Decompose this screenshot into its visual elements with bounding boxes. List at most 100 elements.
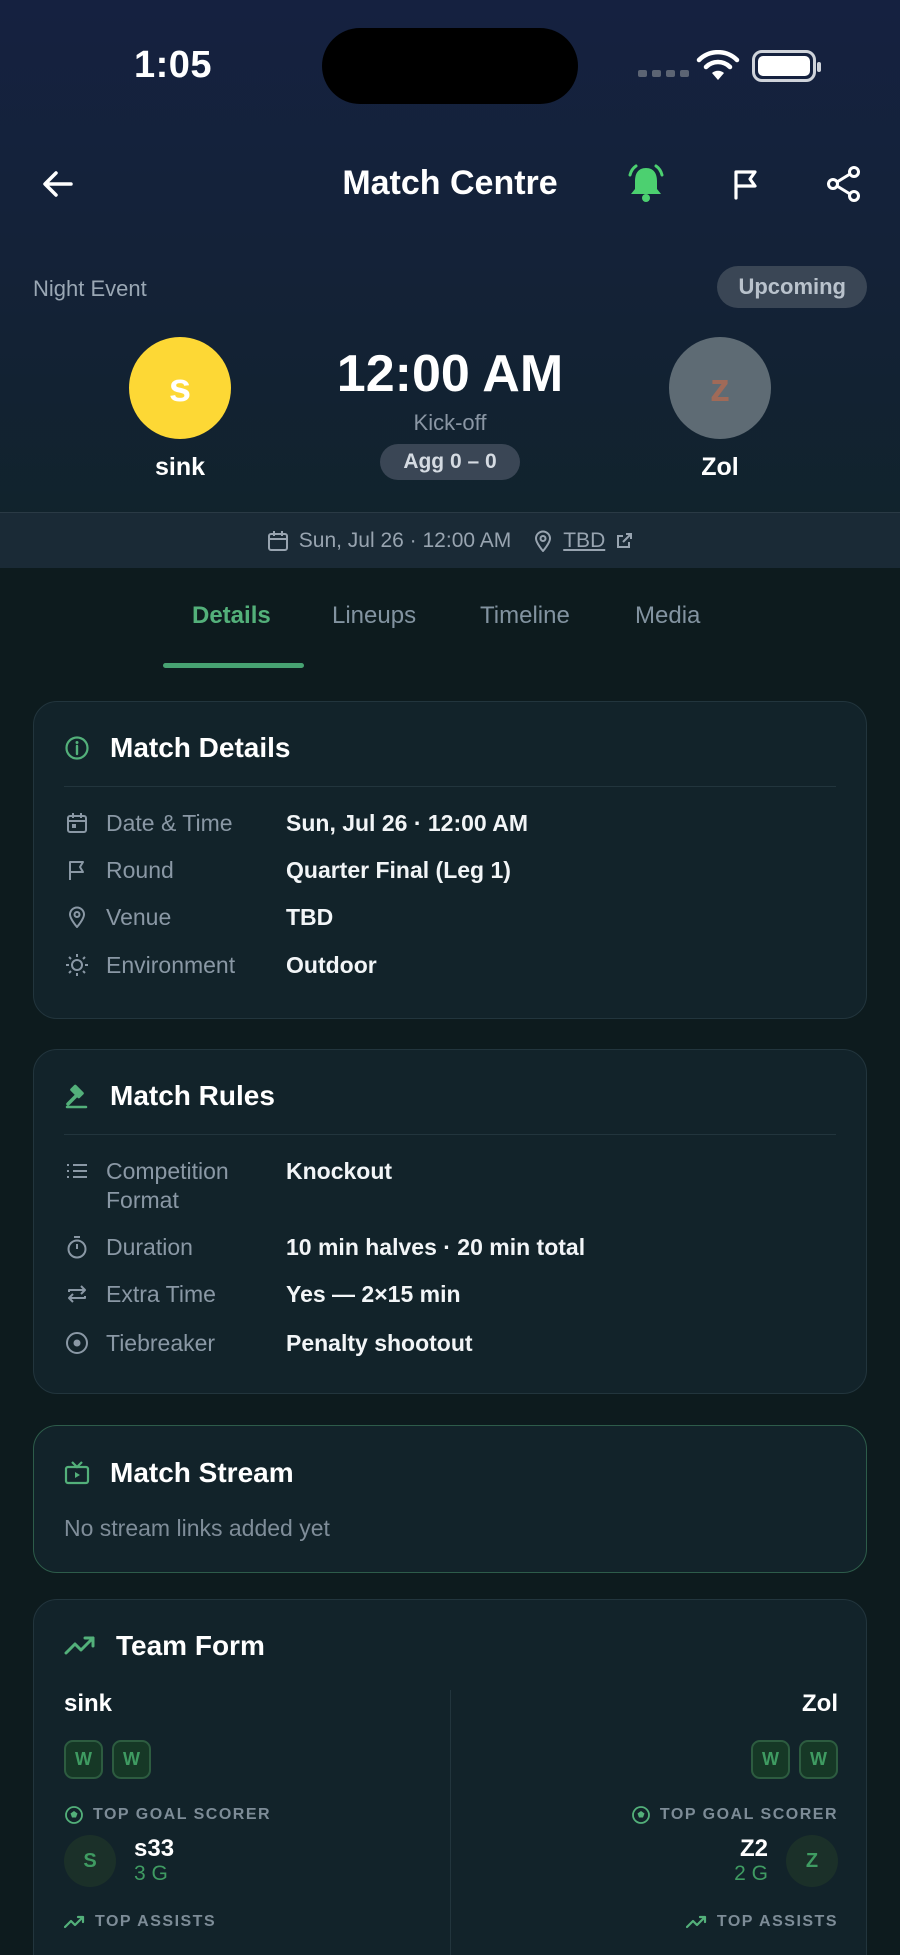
location-pin-icon [535, 530, 552, 552]
rule-value: Knockout [286, 1158, 393, 1184]
player-goals: 3 G [134, 1862, 168, 1885]
form-result-badge: W [751, 1740, 790, 1779]
scoreboard: Night Event Upcoming s sink 12:00 AM Kic… [0, 240, 900, 510]
avatar: Z [786, 1835, 838, 1887]
cellular-signal-icon [638, 70, 689, 77]
meta-datetime: Sun, Jul 26 · 12:00 AM [298, 528, 512, 552]
top-assists-section: TOP ASSISTS [64, 1913, 442, 1931]
rule-label: Extra Time [106, 1281, 216, 1307]
rule-row-format: Competition Format Knockout [64, 1157, 392, 1215]
status-badge: Upcoming [717, 266, 867, 308]
bell-ringing-icon [628, 164, 664, 202]
rule-row-duration: Duration 10 min halves · 20 min total [64, 1233, 585, 1262]
rule-value: Penalty shootout [286, 1330, 473, 1356]
match-rules-card: Match Rules Competition Format Knockout … [33, 1049, 867, 1394]
notifications-button[interactable] [620, 158, 672, 210]
away-team[interactable]: z Zol [669, 337, 771, 482]
location-pin-icon [68, 906, 86, 928]
trend-up-icon [64, 1636, 95, 1655]
tab-lineups[interactable]: Lineups [332, 602, 416, 630]
top-scorer-label: TOP GOAL SCORER [93, 1806, 272, 1823]
home-form-team-name: sink [64, 1690, 113, 1717]
away-form-badges: W W [460, 1740, 838, 1779]
top-scorer-section: TOP GOAL SCORER [460, 1805, 838, 1825]
home-form-column: sink W W TOP GOAL SCORER S s33 3 G TOP A… [64, 1690, 442, 1931]
rule-label: Competition Format [106, 1158, 229, 1213]
detail-value: Sun, Jul 26 · 12:00 AM [286, 810, 528, 836]
calendar-icon [67, 813, 87, 833]
tab-timeline[interactable]: Timeline [480, 602, 570, 630]
match-details-card: Match Details Date & Time Sun, Jul 26 · … [33, 701, 867, 1019]
dynamic-island [322, 28, 578, 104]
detail-value: TBD [286, 904, 334, 930]
repeat-icon [68, 1285, 86, 1303]
info-icon [65, 736, 89, 760]
top-assists-label: TOP ASSISTS [95, 1913, 217, 1930]
column-divider [450, 1690, 451, 1955]
match-stream-card: Match Stream No stream links added yet [33, 1425, 867, 1573]
match-meta-strip: Sun, Jul 26 · 12:00 AM TBD [0, 512, 900, 568]
rule-row-tiebreaker: Tiebreaker Penalty shootout [64, 1329, 473, 1358]
away-team-crest: z [669, 337, 771, 439]
external-link-icon[interactable] [615, 532, 633, 550]
trend-up-icon [685, 1915, 706, 1929]
nav-bar: Match Centre [0, 140, 900, 230]
top-scorer-label: TOP GOAL SCORER [659, 1806, 838, 1823]
tab-details[interactable]: Details [192, 602, 271, 630]
avatar: S [64, 1835, 116, 1887]
top-assists-label: TOP ASSISTS [716, 1913, 838, 1930]
detail-row-datetime: Date & Time Sun, Jul 26 · 12:00 AM [64, 809, 528, 838]
target-icon [66, 1332, 88, 1354]
detail-label: Date & Time [106, 810, 233, 836]
form-result-badge: W [112, 1740, 151, 1779]
match-header-area: 1:05 Match Centre Night Event Upcoming s… [0, 0, 900, 568]
list-icon [67, 1164, 87, 1178]
away-top-scorer[interactable]: Z2 2 G Z [460, 1835, 838, 1887]
detail-row-round: Round Quarter Final (Leg 1) [64, 856, 511, 885]
report-button[interactable] [720, 158, 772, 210]
sun-icon [66, 954, 88, 976]
active-tab-indicator [163, 663, 304, 668]
detail-label: Venue [106, 904, 172, 930]
rule-row-extra-time: Extra Time Yes — 2×15 min [64, 1280, 461, 1309]
player-goals: 2 G [734, 1862, 768, 1885]
detail-value: Outdoor [286, 952, 377, 978]
stream-empty-message: No stream links added yet [64, 1515, 330, 1541]
tv-icon [64, 1461, 90, 1485]
team-form-card: Team Form sink W W TOP GOAL SCORER S s33… [33, 1599, 867, 1955]
tab-media[interactable]: Media [635, 602, 700, 630]
rule-value: Yes — 2×15 min [286, 1281, 461, 1307]
top-assists-section: TOP ASSISTS [460, 1913, 838, 1931]
form-result-badge: W [64, 1740, 103, 1779]
aggregate-score: Agg 0 – 0 [380, 444, 520, 480]
rule-value: 10 min halves · 20 min total [286, 1234, 586, 1260]
match-rules-title: Match Rules [110, 1080, 275, 1111]
share-button[interactable] [818, 158, 870, 210]
gavel-icon [65, 1084, 88, 1109]
team-form-title: Team Form [116, 1630, 265, 1661]
soccer-ball-icon [632, 1806, 650, 1824]
home-form-badges: W W [64, 1740, 442, 1779]
flag-icon [734, 170, 757, 200]
detail-label: Round [106, 857, 174, 883]
venue-link[interactable]: TBD [563, 529, 605, 553]
form-result-badge: W [799, 1740, 838, 1779]
status-time: 1:05 [134, 44, 213, 86]
detail-label: Environment [106, 952, 236, 978]
rule-label: Tiebreaker [106, 1330, 216, 1356]
match-stream-title: Match Stream [110, 1457, 294, 1488]
divider [64, 786, 836, 787]
soccer-ball-icon [65, 1806, 83, 1824]
status-bar: 1:05 [0, 0, 900, 130]
player-name: Z2 [739, 1835, 768, 1862]
match-details-title: Match Details [110, 732, 291, 763]
home-team-name: sink [154, 453, 206, 481]
match-tabs: Details Lineups Timeline Media [0, 568, 900, 668]
divider [64, 1134, 836, 1135]
home-top-scorer[interactable]: S s33 3 G [64, 1835, 442, 1887]
stopwatch-icon [67, 1236, 87, 1259]
rule-label: Duration [106, 1234, 193, 1260]
top-scorer-section: TOP GOAL SCORER [64, 1805, 442, 1825]
away-form-column: Zol W W TOP GOAL SCORER Z2 2 G Z TOP ASS… [460, 1690, 838, 1931]
calendar-icon [267, 530, 288, 551]
